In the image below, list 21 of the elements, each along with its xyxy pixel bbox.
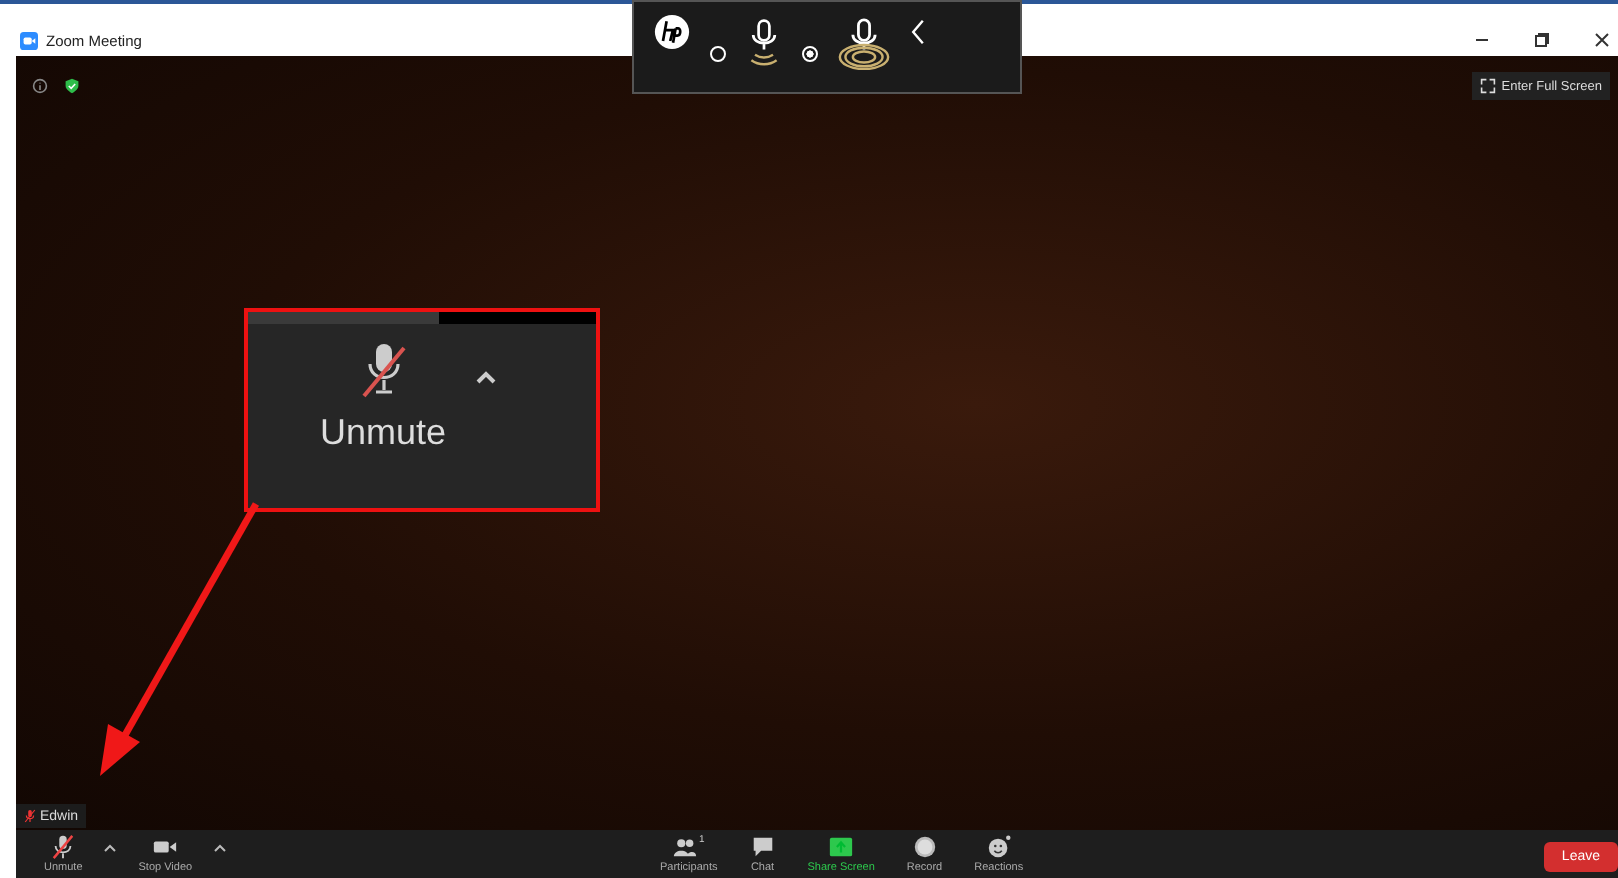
- info-icon[interactable]: [32, 78, 48, 94]
- caret-icon[interactable]: [212, 842, 229, 854]
- caret-icon[interactable]: [474, 368, 499, 384]
- logo-icon: [654, 14, 690, 50]
- unmute-button[interactable]: Unmute: [320, 340, 447, 454]
- smiley-icon: [985, 834, 1012, 860]
- chevron-left-icon[interactable]: [910, 18, 926, 46]
- caret-icon[interactable]: [102, 842, 119, 854]
- record-icon: [911, 834, 938, 860]
- radio-button[interactable]: [802, 45, 818, 61]
- expand-icon: [1479, 78, 1496, 94]
- shield-icon[interactable]: [64, 78, 80, 94]
- share-screen-icon: [828, 834, 855, 860]
- people-icon: [672, 834, 699, 860]
- close-icon[interactable]: [1594, 32, 1610, 48]
- camera-icon: [20, 31, 38, 49]
- mic-signal-icon: [746, 17, 782, 69]
- radio-button[interactable]: [710, 45, 726, 61]
- restore-icon[interactable]: [1534, 32, 1550, 48]
- mic-signal-icon: [838, 17, 890, 69]
- chat-bubble-icon: [749, 834, 776, 860]
